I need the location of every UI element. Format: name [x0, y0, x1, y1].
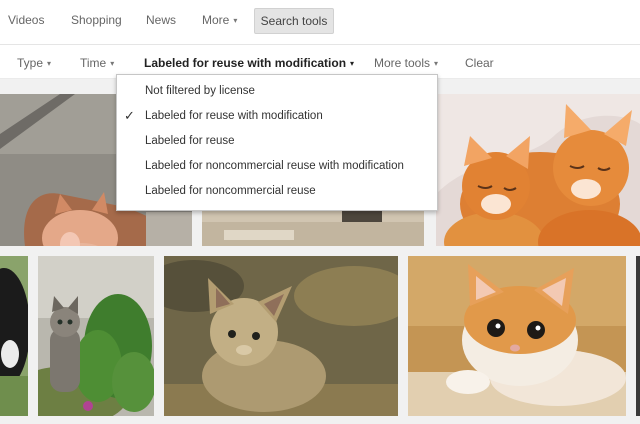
- more-tools-label: More tools: [374, 56, 431, 70]
- orange-white-kitten-image: [408, 256, 626, 416]
- usage-rights-label: Labeled for reuse with modification: [144, 56, 347, 70]
- sleeping-kittens-image: [436, 94, 640, 246]
- usage-rights-menu: Not filtered by license ✓ Labeled for re…: [116, 74, 438, 211]
- checkmark-icon: ✓: [124, 108, 135, 123]
- time-filter[interactable]: Time ▾: [80, 56, 114, 70]
- more-tools-filter[interactable]: More tools ▾: [374, 56, 438, 70]
- type-filter[interactable]: Type ▾: [17, 56, 51, 70]
- menu-item-label: Labeled for reuse with modification: [145, 110, 323, 122]
- menu-item-label: Labeled for noncommercial reuse with mod…: [145, 160, 404, 172]
- nav-news[interactable]: News: [146, 13, 176, 27]
- type-filter-label: Type: [17, 56, 44, 70]
- chevron-down-icon: ▾: [434, 59, 439, 68]
- chevron-down-icon: ▾: [47, 59, 52, 68]
- menu-item-label: Not filtered by license: [145, 85, 255, 97]
- image-result[interactable]: [164, 256, 398, 416]
- image-result[interactable]: [636, 256, 640, 416]
- image-result[interactable]: [0, 256, 28, 416]
- search-tools-button[interactable]: Search tools: [254, 8, 334, 34]
- menu-item-reuse[interactable]: Labeled for reuse: [117, 129, 437, 153]
- nav-more-label: More: [202, 13, 230, 27]
- image-result[interactable]: [408, 256, 626, 416]
- chevron-down-icon: ▾: [233, 16, 238, 25]
- time-filter-label: Time: [80, 56, 107, 70]
- usage-rights-filter[interactable]: Labeled for reuse with modification ▾: [144, 56, 354, 70]
- image-result[interactable]: [436, 94, 640, 246]
- image-result[interactable]: [38, 256, 154, 416]
- sand-kitten-image: [164, 256, 398, 416]
- tabby-kitten-garden-image: [38, 256, 154, 416]
- nav-more[interactable]: More ▾: [202, 13, 237, 27]
- nav-shopping[interactable]: Shopping: [71, 13, 122, 27]
- menu-item-not-filtered[interactable]: Not filtered by license: [117, 79, 437, 103]
- partial-image: [636, 256, 640, 416]
- black-white-kitten-image: [0, 256, 28, 416]
- chevron-down-icon: ▾: [350, 59, 355, 68]
- nav-videos[interactable]: Videos: [8, 13, 44, 27]
- menu-item-label: Labeled for reuse: [145, 135, 235, 147]
- top-navigation: Videos Shopping News More ▾ Search tools: [0, 0, 640, 45]
- clear-filters-link[interactable]: Clear: [465, 56, 494, 70]
- menu-item-reuse-modification[interactable]: ✓ Labeled for reuse with modification: [117, 104, 437, 128]
- menu-item-noncommercial-modification[interactable]: Labeled for noncommercial reuse with mod…: [117, 154, 437, 178]
- menu-item-noncommercial[interactable]: Labeled for noncommercial reuse: [117, 179, 437, 203]
- chevron-down-icon: ▾: [110, 59, 115, 68]
- menu-item-label: Labeled for noncommercial reuse: [145, 185, 316, 197]
